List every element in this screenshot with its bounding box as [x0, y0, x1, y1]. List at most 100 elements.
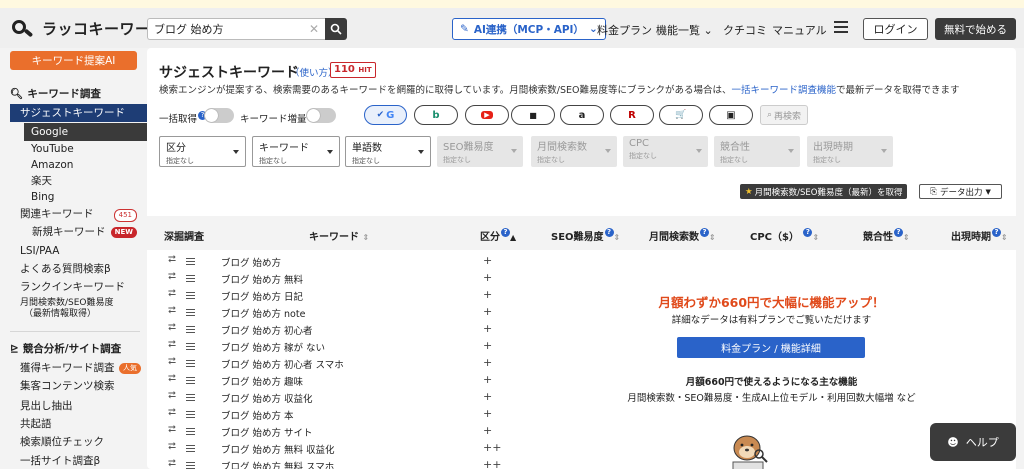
col-monthly-volume[interactable]: 月間検索数 ?⇕	[649, 228, 716, 243]
engine-video-button[interactable]: ■	[511, 105, 555, 125]
sidebar-item-rank-check[interactable]: 検索順位チェック	[0, 433, 147, 451]
sidebar-item-lsi[interactable]: LSI/PAA	[0, 242, 147, 260]
logo[interactable]: ラッコキーワード	[10, 18, 166, 39]
sidebar-item-new-keyword[interactable]: 新規キーワード NEW	[0, 223, 147, 241]
search-button[interactable]	[325, 18, 347, 40]
help-icon[interactable]: ?	[992, 228, 1001, 237]
fetch-volume-button[interactable]: ★ 月間検索数/SEO難易度（最新）を取得	[740, 184, 908, 199]
keyword-cell[interactable]: ブログ 始め方	[221, 255, 281, 269]
clear-icon[interactable]: ✕	[309, 22, 319, 36]
menu-lines-icon[interactable]	[186, 462, 195, 469]
keyword-cell[interactable]: ブログ 始め方 初心者 スマホ	[221, 357, 344, 371]
deep-dive-icon[interactable]: ⮂	[168, 441, 176, 452]
keyword-cell[interactable]: ブログ 始め方 趣味	[221, 374, 303, 388]
deep-dive-icon[interactable]: ⮂	[168, 356, 176, 367]
menu-lines-icon[interactable]	[186, 275, 195, 284]
signup-button[interactable]: 無料で始める	[935, 18, 1016, 40]
menu-icon[interactable]	[834, 21, 848, 33]
deep-dive-icon[interactable]: ⮂	[168, 305, 176, 316]
menu-lines-icon[interactable]	[186, 258, 195, 267]
menu-lines-icon[interactable]	[186, 445, 195, 454]
engine-shopping-button[interactable]: 🛒	[659, 105, 703, 125]
sidebar-item-volume[interactable]: 月間検索数/SEO難易度 （最新情報取得）	[0, 298, 147, 328]
keyword-cell[interactable]: ブログ 始め方 サイト	[221, 425, 313, 439]
ai-integration-button[interactable]: ✎ AI連携（MCP・API） ⌄	[452, 18, 606, 40]
deep-dive-icon[interactable]: ⮂	[168, 407, 176, 418]
col-category[interactable]: 区分 ?▲	[480, 228, 516, 243]
deep-dive-icon[interactable]: ⮂	[168, 458, 176, 469]
keyword-cell[interactable]: ブログ 始め方 日記	[221, 289, 303, 303]
filter-keyword[interactable]: キーワード 指定なし	[252, 136, 340, 167]
col-appearance[interactable]: 出現時期 ?⇕	[951, 228, 1008, 243]
sidebar-item-suggest[interactable]: サジェストキーワード	[10, 104, 147, 122]
menu-lines-icon[interactable]	[186, 377, 195, 386]
col-seo-difficulty[interactable]: SEO難易度 ?⇕	[551, 228, 620, 243]
keyword-cell[interactable]: ブログ 始め方 note	[221, 306, 305, 320]
sidebar-item-bulk[interactable]: 一括サイト調査β	[0, 452, 147, 469]
col-competition[interactable]: 競合性 ?⇕	[863, 228, 910, 243]
filter-category[interactable]: 区分 指定なし	[159, 136, 246, 167]
sidebar-item-rankin[interactable]: ランクインキーワード	[0, 278, 147, 296]
bulk-fetch-toggle[interactable]	[204, 108, 234, 123]
deep-dive-icon[interactable]: ⮂	[168, 322, 176, 333]
col-keyword[interactable]: キーワード ⇕	[309, 228, 369, 243]
sidebar-item-faq[interactable]: よくある質問検索β	[0, 260, 147, 278]
keyword-cell[interactable]: ブログ 始め方 無料 スマホ	[221, 459, 334, 469]
export-button[interactable]: ⎘ データ出力 ▼	[919, 184, 1002, 199]
engine-amazon-button[interactable]: a	[560, 105, 604, 125]
keyword-cell[interactable]: ブログ 始め方 収益化	[221, 391, 313, 405]
engine-youtube-button[interactable]: ▶	[465, 105, 509, 125]
search-input[interactable]: ブログ 始め方 ✕	[147, 18, 325, 40]
keyword-ai-button[interactable]: キーワード提案AI	[10, 51, 137, 70]
rescan-button[interactable]: ⌕ 再検索	[760, 105, 808, 125]
col-cpc[interactable]: CPC（$） ?⇕	[750, 228, 819, 243]
sidebar-item-headings[interactable]: 見出し抽出	[0, 397, 147, 415]
engine-bing-button[interactable]: b	[414, 105, 458, 125]
caret-down-icon	[233, 150, 239, 154]
nav-manual[interactable]: マニュアル	[772, 22, 827, 38]
pricing-details-button[interactable]: 料金プラン / 機能詳細	[677, 337, 865, 358]
sidebar-item-bing[interactable]: Bing	[0, 188, 147, 206]
engine-image-button[interactable]: ▣	[709, 105, 753, 125]
sidebar-item-google[interactable]: Google	[24, 123, 147, 141]
help-icon[interactable]: ?	[604, 228, 614, 237]
nav-pricing[interactable]: 料金プラン	[597, 22, 652, 38]
filter-word-count[interactable]: 単語数 指定なし	[345, 136, 431, 167]
sidebar-item-acquired[interactable]: 獲得キーワード調査 人気	[0, 359, 147, 377]
table-row: ⮂ ブログ 始め方 サイト +	[147, 423, 527, 440]
keyword-cell[interactable]: ブログ 始め方 無料 収益化	[221, 442, 335, 456]
deep-dive-icon[interactable]: ⮂	[168, 288, 176, 299]
menu-lines-icon[interactable]	[186, 309, 195, 318]
deep-dive-icon[interactable]: ⮂	[168, 424, 176, 435]
expand-toggle[interactable]	[306, 108, 336, 123]
deep-dive-icon[interactable]: ⮂	[168, 339, 176, 350]
menu-lines-icon[interactable]	[186, 394, 195, 403]
keyword-cell[interactable]: ブログ 始め方 本	[221, 408, 294, 422]
help-icon[interactable]: ?	[894, 228, 903, 237]
keyword-cell[interactable]: ブログ 始め方 稼が ない	[221, 340, 325, 354]
menu-lines-icon[interactable]	[186, 428, 195, 437]
help-icon[interactable]: ?	[501, 228, 510, 237]
deep-dive-icon[interactable]: ⮂	[168, 373, 176, 384]
deep-dive-icon[interactable]: ⮂	[168, 271, 176, 282]
keyword-cell[interactable]: ブログ 始め方 初心者	[221, 323, 313, 337]
sidebar-item-cooccur[interactable]: 共起語	[0, 415, 147, 433]
keyword-cell[interactable]: ブログ 始め方 無料	[221, 272, 303, 286]
menu-lines-icon[interactable]	[186, 411, 195, 420]
menu-lines-icon[interactable]	[186, 360, 195, 369]
sidebar-item-related[interactable]: 関連キーワード 451	[0, 205, 147, 223]
menu-lines-icon[interactable]	[186, 292, 195, 301]
deep-dive-icon[interactable]: ⮂	[168, 390, 176, 401]
engine-google-button[interactable]: ✔ G	[364, 105, 407, 125]
menu-lines-icon[interactable]	[186, 343, 195, 352]
help-button[interactable]: ☻ ヘルプ	[930, 423, 1016, 461]
deep-dive-icon[interactable]: ⮂	[168, 254, 176, 265]
login-button[interactable]: ログイン	[863, 18, 928, 40]
menu-lines-icon[interactable]	[186, 326, 195, 335]
bulk-research-link[interactable]: 一括キーワード調査機能	[731, 85, 836, 96]
help-icon[interactable]: ?	[700, 228, 709, 237]
engine-rakuten-button[interactable]: R	[610, 105, 654, 125]
nav-reviews[interactable]: クチコミ	[723, 22, 767, 38]
nav-features[interactable]: 機能一覧 ⌄	[656, 22, 713, 38]
sidebar-item-content[interactable]: 集客コンテンツ検索	[0, 377, 147, 395]
